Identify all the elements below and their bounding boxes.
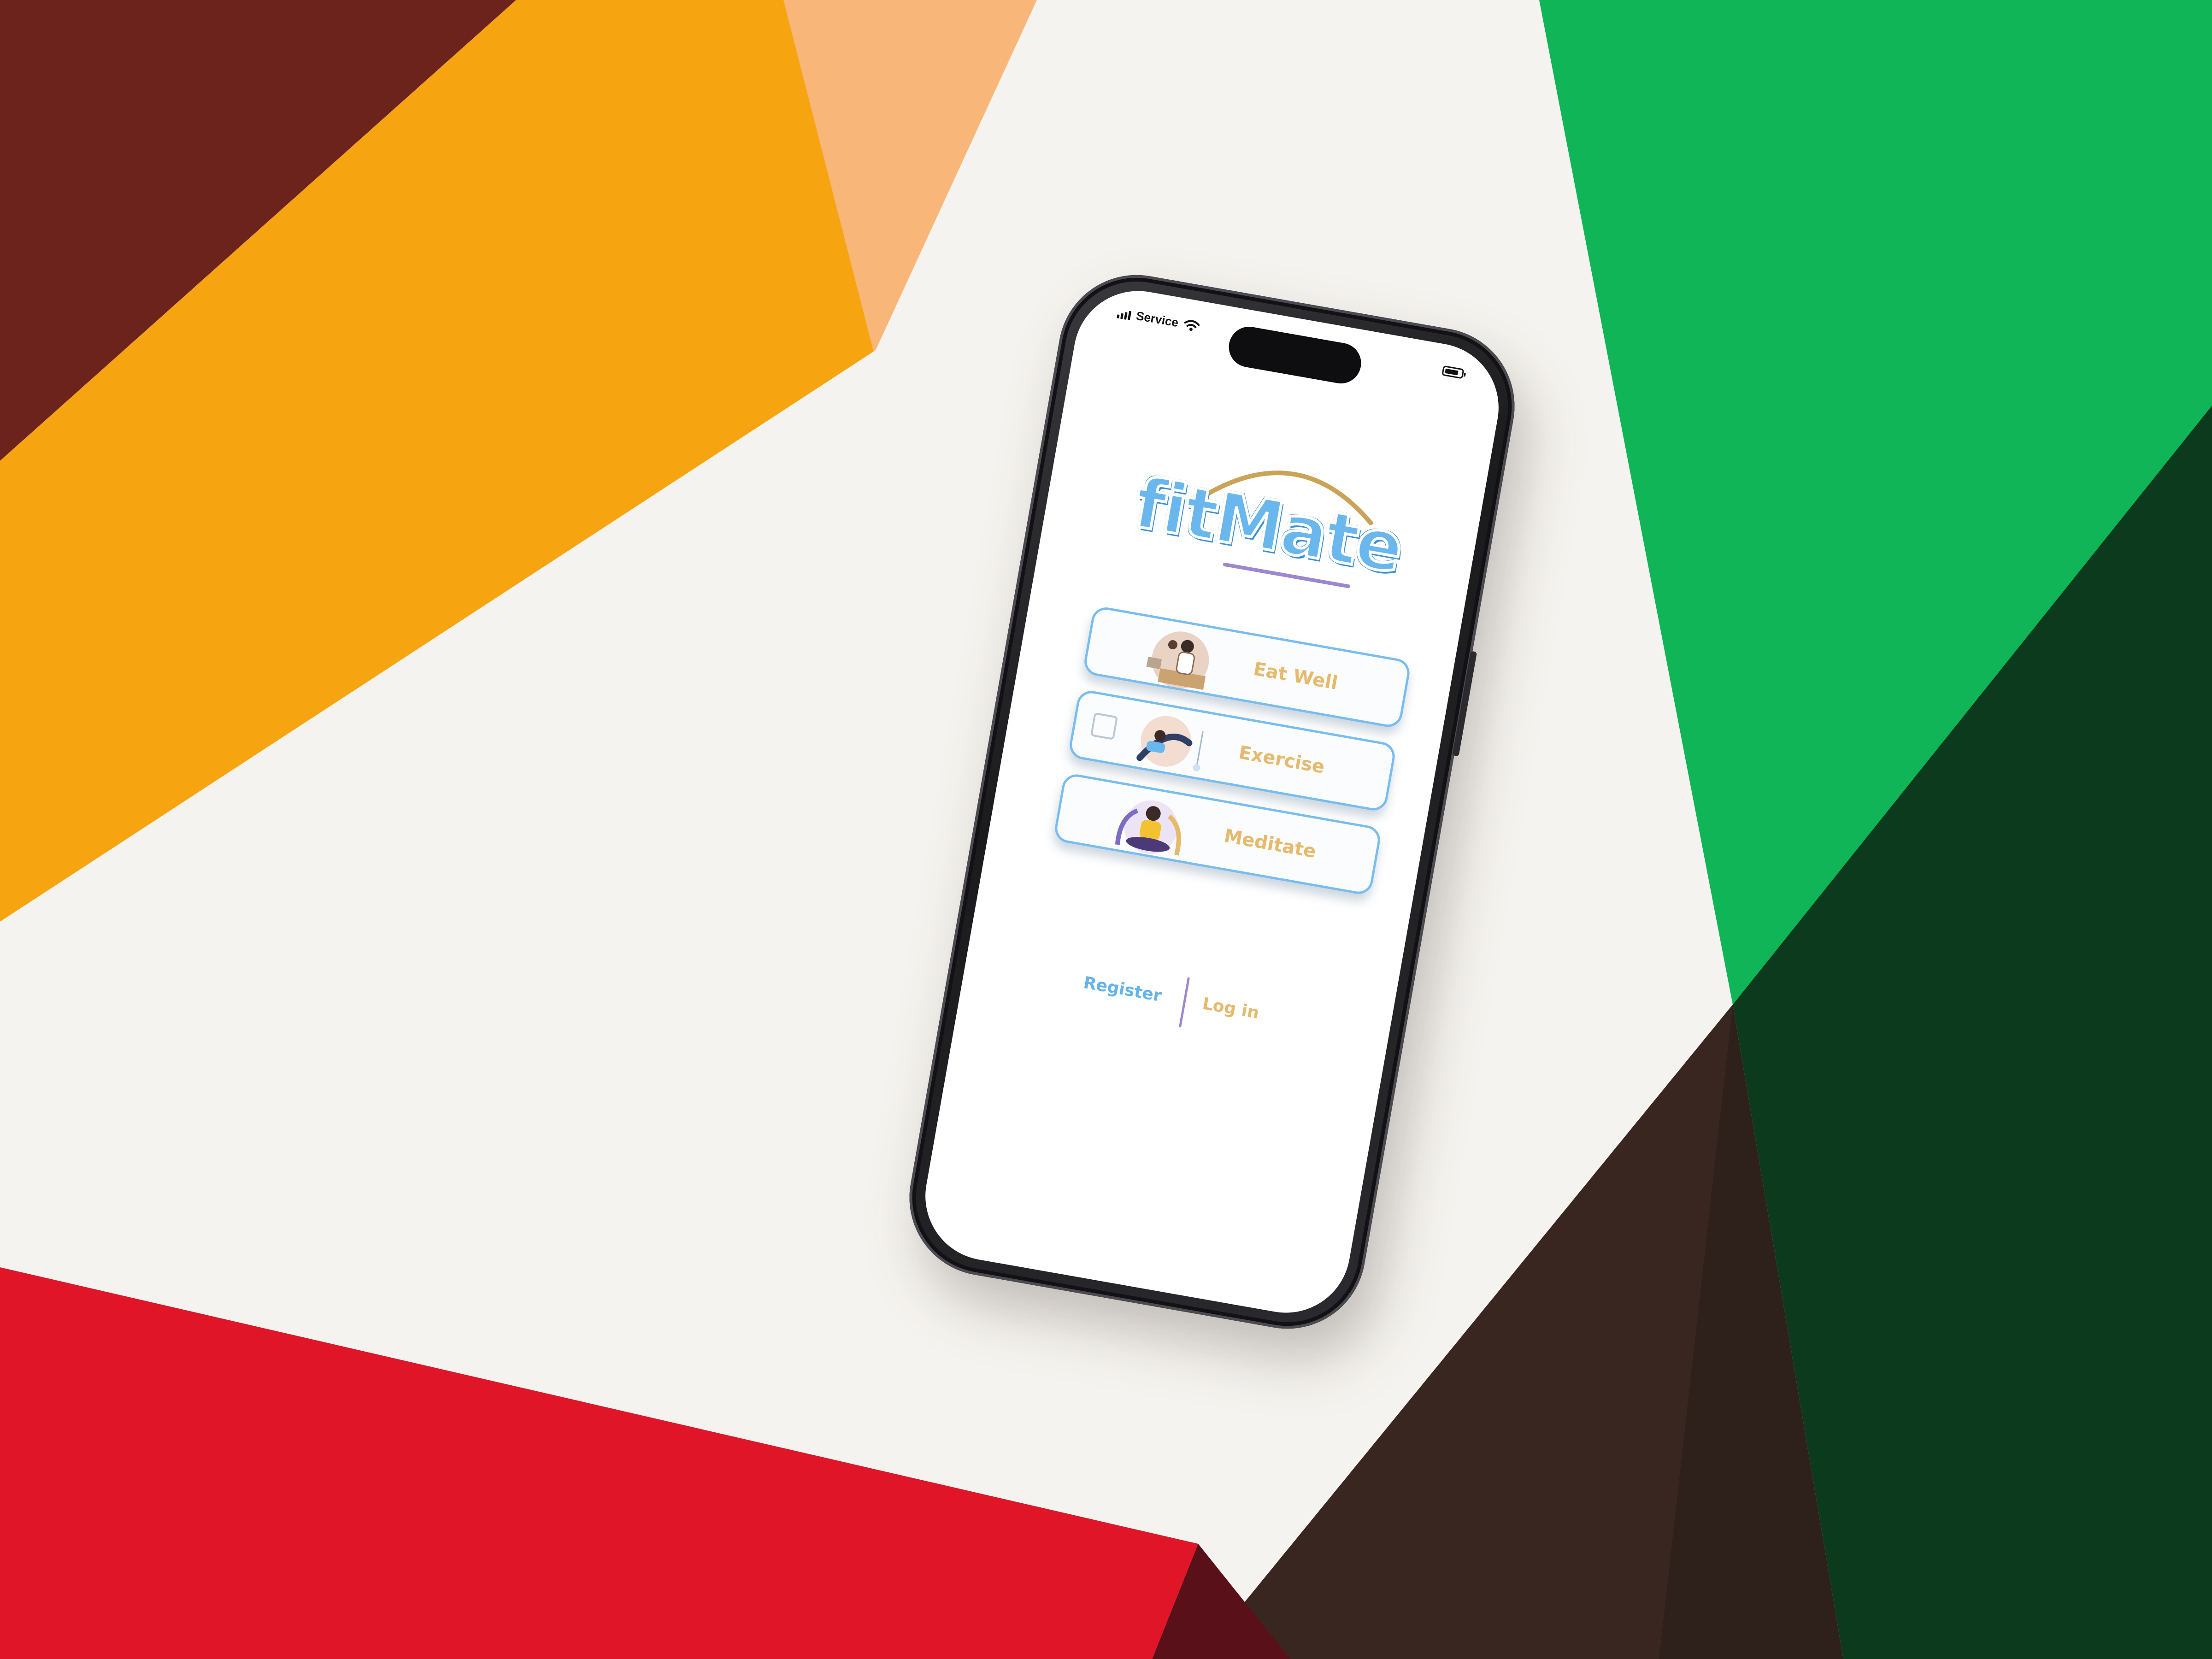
menu-label-exercise: Exercise (1237, 741, 1327, 778)
wifi-icon (1184, 319, 1200, 331)
status-bar-right (1441, 365, 1465, 379)
eating-illustration-icon (1146, 631, 1209, 690)
auth-links: Register Log in (1078, 959, 1297, 1051)
login-link[interactable]: Log in (1201, 994, 1260, 1023)
auth-divider (1179, 977, 1190, 1028)
menu-label-meditate: Meditate (1222, 825, 1318, 863)
exercise-illustration-icon (1136, 716, 1204, 772)
signal-icon (1117, 307, 1132, 320)
dynamic-island (1225, 324, 1365, 387)
meditation-illustration-icon (1115, 800, 1181, 856)
status-bar-left: Service (1117, 306, 1200, 334)
battery-icon (1441, 365, 1465, 379)
register-link[interactable]: Register (1082, 973, 1163, 1006)
checkbox-icon (1090, 712, 1118, 740)
feature-menu: Eat Well Exercise Meditate (1050, 605, 1412, 910)
menu-label-eat-well: Eat Well (1252, 658, 1340, 694)
photo-scene: Service fitMate Eat Well Exercise Medita… (0, 0, 2212, 1659)
app-logo: fitMate (1127, 432, 1409, 595)
carrier-label: Service (1135, 308, 1180, 330)
